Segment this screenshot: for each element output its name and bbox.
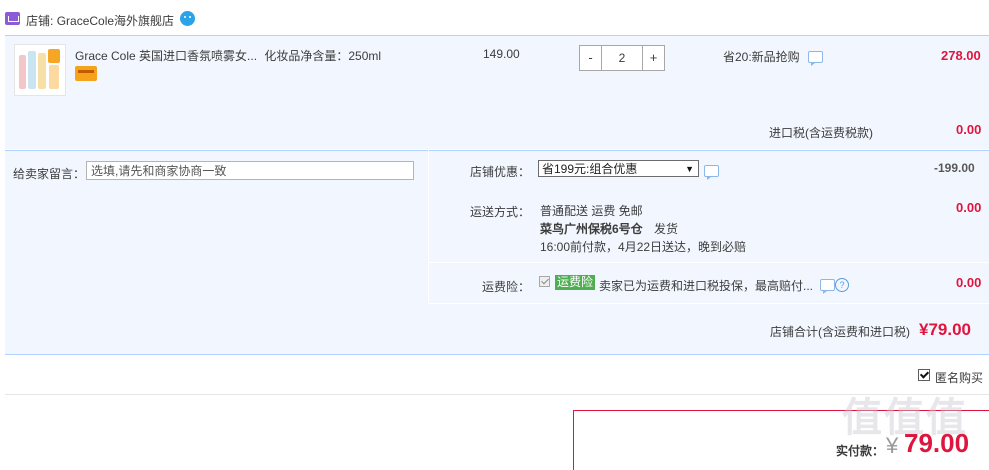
shop-icon xyxy=(5,12,20,25)
insurance-checkbox[interactable] xyxy=(539,276,550,287)
memo-label: 给卖家留言： xyxy=(13,167,86,181)
product-info: Grace Cole 英国进口香氛喷雾女... 化妆品净含量：250ml xyxy=(75,47,381,64)
payment-label: 实付款： xyxy=(836,444,885,458)
coupon-select[interactable]: 省199元:组合优惠 ▼ xyxy=(538,160,699,177)
credit-card-icon xyxy=(75,66,97,81)
promo-label: 省20:新品抢购 xyxy=(723,50,800,64)
qty-increase-button[interactable]: + xyxy=(643,46,664,70)
shipping-method: 普通配送 运费 免邮 xyxy=(540,204,643,218)
promo-chat-icon[interactable] xyxy=(808,51,823,63)
wangwang-chat-icon[interactable] xyxy=(180,11,195,26)
shipping-warehouse: 菜鸟广州保税6号仓 发货 xyxy=(540,220,678,237)
shipping-eta: 16:00前付款，4月22日送达，晚到必赔 xyxy=(540,240,747,254)
shipping-label: 运送方式： xyxy=(470,205,531,219)
unit-price: 149.00 xyxy=(483,47,520,61)
insurance-chat-icon[interactable] xyxy=(820,279,835,291)
anonymous-checkbox[interactable] xyxy=(918,369,930,381)
discount-amount: -199.00 xyxy=(934,161,975,175)
discount-chat-icon[interactable] xyxy=(704,165,719,177)
product-name-link[interactable]: Grace Cole 英国进口香氛喷雾女... xyxy=(75,49,257,63)
product-thumbnail[interactable] xyxy=(14,44,66,96)
insurance-badge: 运费险 xyxy=(555,275,596,290)
shop-name-link[interactable]: GraceCole海外旗舰店 xyxy=(57,14,174,28)
memo-input[interactable]: 选填,请先和商家协商一致 xyxy=(86,161,414,180)
shop-total-label: 店铺合计(含运费和进口税) xyxy=(770,325,910,339)
shop-label: 店铺: xyxy=(26,14,54,28)
shop-total-amount: ¥79.00 xyxy=(919,320,971,339)
qty-input[interactable]: 2 xyxy=(601,46,643,70)
tax-label: 进口税(含运费税款) xyxy=(769,126,873,140)
qty-decrease-button[interactable]: - xyxy=(580,46,601,70)
warehouse-name: 菜鸟广州保税6号仓 xyxy=(540,222,643,236)
dropdown-arrow-icon: ▼ xyxy=(685,164,694,174)
shop-title: 店铺: GraceCole海外旗舰店 xyxy=(26,12,174,29)
coupon-selected-value: 省199元:组合优惠 xyxy=(542,162,638,176)
discount-label: 店铺优惠： xyxy=(470,165,531,179)
watermark-logo: 值值值 xyxy=(842,396,968,440)
tax-amount: 0.00 xyxy=(956,122,982,137)
product-sku: 化妆品净含量：250ml xyxy=(264,49,382,63)
anonymous-label[interactable]: 匿名购买 xyxy=(935,369,983,386)
insurance-label: 运费险： xyxy=(482,280,531,294)
insurance-desc: 卖家已为运费和进口税投保，最高赔付... xyxy=(599,279,814,293)
shipping-amount: 0.00 xyxy=(956,200,982,215)
dispatch-text: 发货 xyxy=(654,222,679,236)
insurance-amount: 0.00 xyxy=(956,275,982,290)
quantity-stepper: - 2 + xyxy=(579,45,665,71)
help-icon[interactable]: ? xyxy=(835,278,849,292)
item-subtotal: 278.00 xyxy=(941,48,981,63)
